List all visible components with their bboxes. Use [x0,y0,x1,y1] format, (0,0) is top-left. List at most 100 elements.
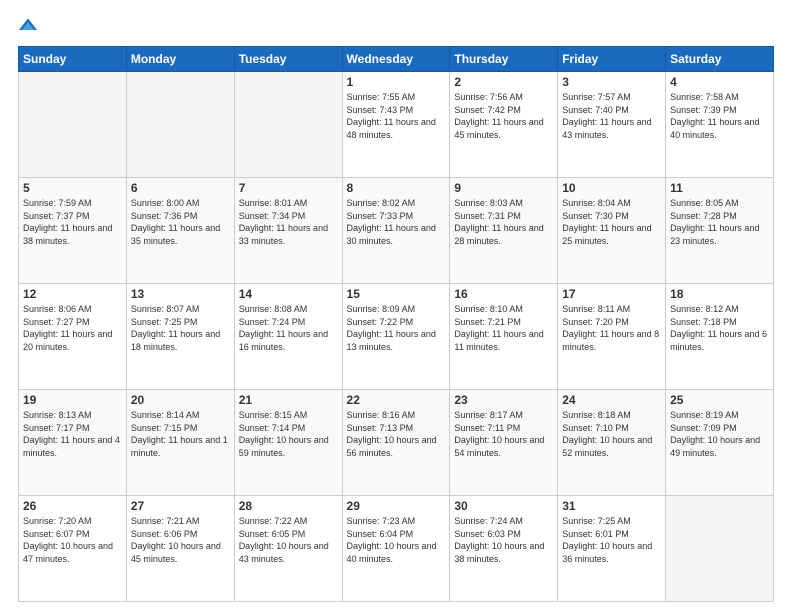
day-info: Sunrise: 7:58 AMSunset: 7:39 PMDaylight:… [670,91,769,141]
day-info: Sunrise: 7:25 AMSunset: 6:01 PMDaylight:… [562,515,661,565]
weekday-header-saturday: Saturday [666,47,774,72]
calendar-cell: 14 Sunrise: 8:08 AMSunset: 7:24 PMDayligh… [234,284,342,390]
calendar-week-2: 5Sunrise: 7:59 AMSunset: 7:37 PMDaylight… [19,178,774,284]
day-number: 2 [454,75,553,89]
day-number: 23 [454,393,553,407]
day-info: Sunrise: 8:15 AMSunset: 7:14 PMDaylight:… [239,409,338,459]
day-number: 22 [347,393,446,407]
calendar-cell: 29 Sunrise: 7:23 AMSunset: 6:04 PMDayligh… [342,496,450,602]
calendar-cell: 28 Sunrise: 7:22 AMSunset: 6:05 PMDayligh… [234,496,342,602]
calendar-week-1: 1Sunrise: 7:55 AMSunset: 7:43 PMDaylight… [19,72,774,178]
day-number: 26 [23,499,122,513]
day-number: 8 [347,181,446,195]
day-info: Sunrise: 7:56 AMSunset: 7:42 PMDaylight:… [454,91,553,141]
day-number: 13 [131,287,230,301]
calendar-cell: 23 Sunrise: 8:17 AMSunset: 7:11 PMDayligh… [450,390,558,496]
day-number: 31 [562,499,661,513]
calendar-cell [19,72,127,178]
day-info: Sunrise: 8:14 AMSunset: 7:15 PMDaylight:… [131,409,230,459]
day-info: Sunrise: 7:21 AMSunset: 6:06 PMDaylight:… [131,515,230,565]
calendar-cell: 1Sunrise: 7:55 AMSunset: 7:43 PMDaylight… [342,72,450,178]
day-number: 27 [131,499,230,513]
day-info: Sunrise: 8:16 AMSunset: 7:13 PMDaylight:… [347,409,446,459]
page: SundayMondayTuesdayWednesdayThursdayFrid… [0,0,792,612]
calendar-cell: 17 Sunrise: 8:11 AMSunset: 7:20 PMDayligh… [558,284,666,390]
calendar-cell [666,496,774,602]
day-number: 29 [347,499,446,513]
day-info: Sunrise: 8:02 AMSunset: 7:33 PMDaylight:… [347,197,446,247]
calendar-cell: 12 Sunrise: 8:06 AMSunset: 7:27 PMDayligh… [19,284,127,390]
day-number: 7 [239,181,338,195]
day-info: Sunrise: 8:18 AMSunset: 7:10 PMDaylight:… [562,409,661,459]
day-number: 15 [347,287,446,301]
calendar-cell: 25 Sunrise: 8:19 AMSunset: 7:09 PMDayligh… [666,390,774,496]
day-info: Sunrise: 7:20 AMSunset: 6:07 PMDaylight:… [23,515,122,565]
day-number: 14 [239,287,338,301]
calendar-cell: 10 Sunrise: 8:04 AMSunset: 7:30 PMDayligh… [558,178,666,284]
day-number: 30 [454,499,553,513]
day-info: Sunrise: 8:09 AMSunset: 7:22 PMDaylight:… [347,303,446,353]
weekday-header-tuesday: Tuesday [234,47,342,72]
day-info: Sunrise: 8:00 AMSunset: 7:36 PMDaylight:… [131,197,230,247]
calendar-cell: 8 Sunrise: 8:02 AMSunset: 7:33 PMDaylight… [342,178,450,284]
day-info: Sunrise: 8:06 AMSunset: 7:27 PMDaylight:… [23,303,122,353]
calendar-cell: 30 Sunrise: 7:24 AMSunset: 6:03 PMDayligh… [450,496,558,602]
calendar-cell: 9 Sunrise: 8:03 AMSunset: 7:31 PMDaylight… [450,178,558,284]
calendar-cell: 7Sunrise: 8:01 AMSunset: 7:34 PMDaylight… [234,178,342,284]
calendar-cell: 20 Sunrise: 8:14 AMSunset: 7:15 PMDayligh… [126,390,234,496]
day-number: 10 [562,181,661,195]
calendar-week-5: 26 Sunrise: 7:20 AMSunset: 6:07 PMDayligh… [19,496,774,602]
day-number: 5 [23,181,122,195]
logo-icon [18,16,38,36]
day-number: 20 [131,393,230,407]
calendar-week-4: 19Sunrise: 8:13 AMSunset: 7:17 PMDayligh… [19,390,774,496]
day-number: 11 [670,181,769,195]
day-number: 6 [131,181,230,195]
calendar-cell: 24 Sunrise: 8:18 AMSunset: 7:10 PMDayligh… [558,390,666,496]
calendar-cell: 11Sunrise: 8:05 AMSunset: 7:28 PMDayligh… [666,178,774,284]
weekday-header-friday: Friday [558,47,666,72]
weekday-header-thursday: Thursday [450,47,558,72]
day-info: Sunrise: 8:08 AMSunset: 7:24 PMDaylight:… [239,303,338,353]
day-number: 21 [239,393,338,407]
day-number: 28 [239,499,338,513]
calendar-cell: 15 Sunrise: 8:09 AMSunset: 7:22 PMDayligh… [342,284,450,390]
day-number: 9 [454,181,553,195]
calendar-cell: 21 Sunrise: 8:15 AMSunset: 7:14 PMDayligh… [234,390,342,496]
day-info: Sunrise: 8:03 AMSunset: 7:31 PMDaylight:… [454,197,553,247]
day-number: 17 [562,287,661,301]
day-number: 24 [562,393,661,407]
calendar-cell: 16 Sunrise: 8:10 AMSunset: 7:21 PMDayligh… [450,284,558,390]
day-info: Sunrise: 7:22 AMSunset: 6:05 PMDaylight:… [239,515,338,565]
logo [18,16,42,36]
day-number: 16 [454,287,553,301]
calendar-cell: 5Sunrise: 7:59 AMSunset: 7:37 PMDaylight… [19,178,127,284]
day-info: Sunrise: 8:19 AMSunset: 7:09 PMDaylight:… [670,409,769,459]
weekday-header-row: SundayMondayTuesdayWednesdayThursdayFrid… [19,47,774,72]
day-info: Sunrise: 8:10 AMSunset: 7:21 PMDaylight:… [454,303,553,353]
day-info: Sunrise: 8:11 AMSunset: 7:20 PMDaylight:… [562,303,661,353]
day-number: 18 [670,287,769,301]
weekday-header-monday: Monday [126,47,234,72]
day-info: Sunrise: 7:23 AMSunset: 6:04 PMDaylight:… [347,515,446,565]
calendar-cell: 4Sunrise: 7:58 AMSunset: 7:39 PMDaylight… [666,72,774,178]
calendar-cell: 13 Sunrise: 8:07 AMSunset: 7:25 PMDayligh… [126,284,234,390]
weekday-header-wednesday: Wednesday [342,47,450,72]
day-number: 3 [562,75,661,89]
calendar-cell [234,72,342,178]
calendar-cell [126,72,234,178]
day-number: 1 [347,75,446,89]
day-info: Sunrise: 8:17 AMSunset: 7:11 PMDaylight:… [454,409,553,459]
day-info: Sunrise: 8:04 AMSunset: 7:30 PMDaylight:… [562,197,661,247]
header [18,16,774,36]
calendar-cell: 18Sunrise: 8:12 AMSunset: 7:18 PMDayligh… [666,284,774,390]
calendar-cell: 6 Sunrise: 8:00 AMSunset: 7:36 PMDaylight… [126,178,234,284]
calendar-cell: 26 Sunrise: 7:20 AMSunset: 6:07 PMDayligh… [19,496,127,602]
calendar-cell: 3Sunrise: 7:57 AMSunset: 7:40 PMDaylight… [558,72,666,178]
day-info: Sunrise: 8:07 AMSunset: 7:25 PMDaylight:… [131,303,230,353]
calendar: SundayMondayTuesdayWednesdayThursdayFrid… [18,46,774,602]
calendar-cell: 19Sunrise: 8:13 AMSunset: 7:17 PMDayligh… [19,390,127,496]
day-info: Sunrise: 7:24 AMSunset: 6:03 PMDaylight:… [454,515,553,565]
day-number: 25 [670,393,769,407]
day-number: 12 [23,287,122,301]
